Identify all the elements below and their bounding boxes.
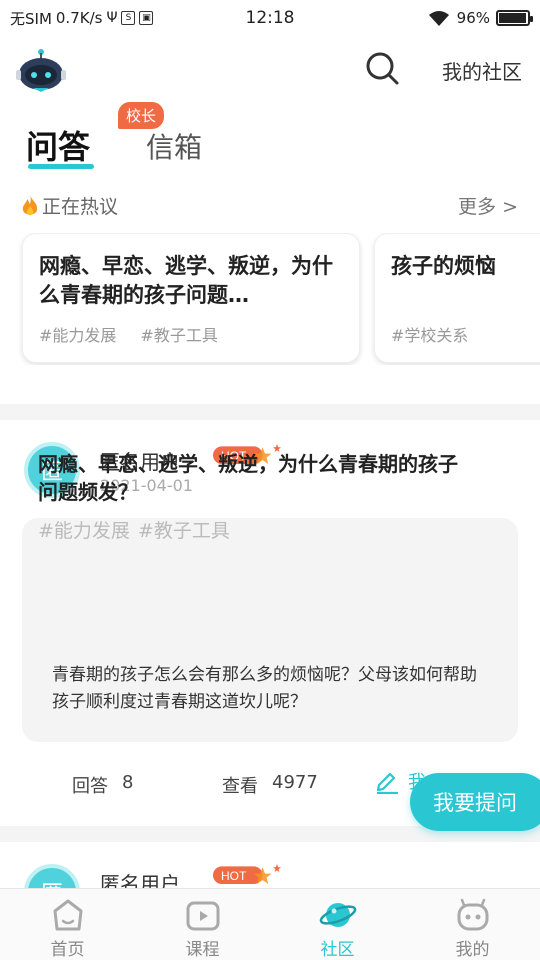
nav-profile-label: 我的 (455, 940, 490, 960)
hot-topics-carousel[interactable]: 网瘾、早恋、逃学、叛逆，为什么青春期的孩子问题… #能力发展 #教子工具 孩子的… (0, 233, 540, 365)
hot-badge-label: HOT (221, 869, 247, 883)
hot-topic-card[interactable]: 孩子的烦恼 #学校关系 (374, 233, 540, 363)
app-header: 我的社区 (0, 36, 540, 102)
question-post[interactable]: 匿 匿名用户 HOT 2021-04-01 网瘾、早恋、逃学、叛逆，为什么青春期… (0, 420, 540, 826)
status-bar: 无SIM 0.7K/s Ψ S ▣ 12:18 96% (0, 0, 540, 36)
tab-bar: 问答 信箱 校长 (0, 102, 540, 172)
hot-topic-title: 网瘾、早恋、逃学、叛逆，为什么青春期的孩子问题… (39, 254, 333, 307)
hot-topic-tags: #学校关系 (391, 322, 468, 346)
answer-count-label: 回答 (72, 776, 108, 797)
nav-community[interactable]: 社区 (270, 889, 405, 960)
battery-icon (496, 10, 533, 26)
tab-mailbox[interactable]: 信箱 (146, 126, 202, 166)
ask-question-button[interactable]: 我要提问 (410, 773, 540, 831)
tag[interactable]: #教子工具 (138, 516, 230, 543)
hot-badge: HOT (213, 864, 281, 884)
hot-topics-title-row: 正在热议 (20, 192, 118, 219)
active-tab-indicator (28, 164, 94, 169)
nav-home[interactable]: 首页 (0, 889, 135, 960)
answer-count[interactable]: 回答 8 (72, 772, 133, 798)
profile-face-icon (457, 898, 488, 931)
view-count: 查看 4977 (222, 772, 318, 798)
home-icon (53, 899, 82, 931)
tag[interactable]: #教子工具 (140, 322, 217, 346)
nav-course[interactable]: 课程 (135, 889, 270, 960)
section-divider (0, 404, 540, 420)
tag[interactable]: #能力发展 (38, 516, 130, 543)
nav-profile[interactable]: 我的 (405, 889, 540, 960)
my-community-link[interactable]: 我的社区 (442, 56, 522, 85)
hot-topics-title: 正在热议 (42, 196, 119, 218)
tag[interactable]: #能力发展 (39, 322, 116, 346)
answer-count-value: 8 (122, 772, 134, 793)
usb-icon: Ψ (106, 10, 118, 26)
nav-community-label: 社区 (320, 940, 355, 960)
hot-topics-header: 正在热议 更多 > (0, 190, 540, 222)
notification-s-icon: S (121, 11, 136, 25)
notification-app-icon: ▣ (139, 11, 154, 25)
planet-icon (319, 903, 356, 927)
question-tags: #能力发展 #教子工具 (38, 516, 230, 543)
fire-icon (22, 194, 38, 215)
question-title: 网瘾、早恋、逃学、叛逆，为什么青春期的孩子问题频发？ (38, 452, 458, 504)
search-icon[interactable] (364, 50, 400, 86)
wifi-icon (428, 11, 449, 26)
carrier-label: 无SIM (10, 9, 52, 28)
principal-badge: 校长 (118, 102, 165, 129)
robot-logo-icon (16, 49, 66, 92)
course-tv-icon (186, 901, 219, 931)
hot-topic-title: 孩子的烦恼 (391, 254, 496, 278)
nav-course-label: 课程 (185, 940, 220, 960)
network-speed: 0.7K/s (55, 9, 103, 27)
tab-qa[interactable]: 问答 (26, 122, 90, 168)
nav-home-label: 首页 (50, 940, 85, 960)
bottom-nav: 首页 课程 社区 我的 (0, 888, 540, 960)
battery-percent: 96% (456, 9, 490, 27)
hot-topics-more-link[interactable]: 更多 > (458, 192, 518, 219)
tag[interactable]: #学校关系 (391, 322, 468, 346)
question-description: 青春期的孩子怎么会有那么多的烦恼呢？父母该如何帮助孩子顺利度过青春期这道坎儿呢？ (52, 665, 477, 712)
question-post[interactable]: 匿 匿名用户 HOT (0, 842, 540, 892)
hot-topic-tags: #能力发展 #教子工具 (39, 322, 218, 346)
view-count-label: 查看 (222, 776, 258, 797)
view-count-value: 4977 (272, 772, 318, 793)
hot-topic-card[interactable]: 网瘾、早恋、逃学、叛逆，为什么青春期的孩子问题… #能力发展 #教子工具 (22, 233, 360, 363)
edit-pencil-icon (376, 772, 398, 794)
